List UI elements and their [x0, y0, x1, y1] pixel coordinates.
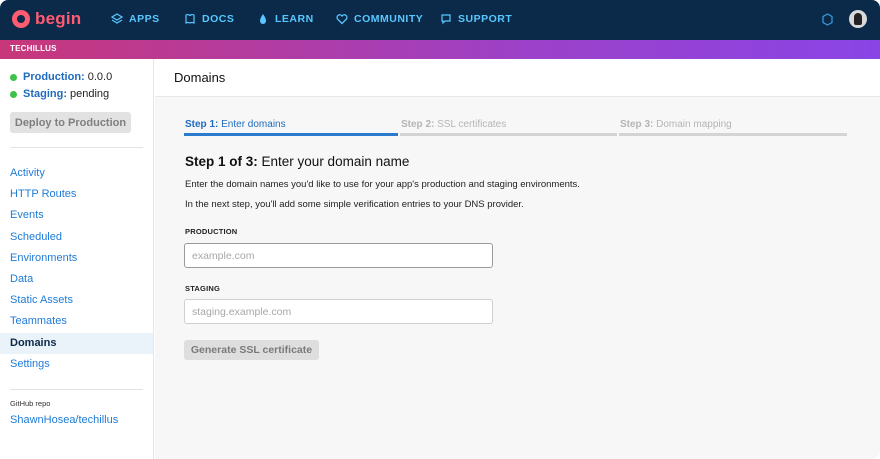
step-2-number: Step 2:: [401, 119, 435, 130]
sidebar: Production: 0.0.0 Staging: pending Deplo…: [0, 59, 154, 459]
step-2-progress-bar: [400, 133, 617, 136]
step-2-label: SSL certificates: [437, 119, 507, 130]
app-window: begin APPS DOCS LEARN COMMUNITY SUPPORT …: [0, 0, 880, 459]
support-icon: [441, 14, 451, 25]
sidebar-item-teammates[interactable]: Teammates: [0, 311, 153, 332]
community-icon: [336, 14, 348, 25]
production-label: Production:: [23, 71, 85, 83]
staging-status-dot: [10, 90, 17, 98]
github-repo-label: GitHub repo: [10, 399, 51, 408]
org-bar: TECHILLUS: [0, 40, 880, 59]
nav-support-label: SUPPORT: [458, 13, 513, 25]
step-heading-text: Enter your domain name: [261, 154, 410, 169]
production-status-dot: [10, 73, 17, 81]
staging-domain-label: STAGING: [185, 284, 221, 293]
page-title: Domains: [174, 70, 226, 85]
nav-apps-label: APPS: [129, 13, 160, 25]
step-3-progress-bar: [619, 133, 847, 136]
production-status: Production: 0.0.0: [10, 71, 112, 83]
staging-version: pending: [70, 88, 110, 100]
sidebar-item-scheduled[interactable]: Scheduled: [0, 227, 153, 248]
sidebar-item-activity[interactable]: Activity: [0, 163, 153, 184]
docs-icon: [185, 13, 195, 24]
step-2: Step 2: SSL certificates: [401, 119, 506, 130]
nav-learn-label: LEARN: [275, 13, 314, 25]
nav-apps[interactable]: APPS: [111, 13, 160, 25]
nav-learn[interactable]: LEARN: [257, 13, 314, 25]
begin-logo[interactable]: begin: [12, 9, 81, 29]
learn-icon: [260, 14, 266, 24]
step-3-number: Step 3:: [620, 119, 654, 130]
step-3-label: Domain mapping: [656, 119, 732, 130]
begin-logo-icon: [12, 10, 30, 28]
production-version: 0.0.0: [87, 71, 113, 83]
step-1: Step 1: Enter domains: [185, 119, 286, 130]
github-repo-link[interactable]: ShawnHosea/techillus: [10, 414, 118, 426]
nav-docs-label: DOCS: [202, 13, 235, 25]
step-1-progress-bar: [184, 133, 398, 136]
sidebar-item-domains[interactable]: Domains: [0, 332, 153, 354]
sidebar-item-events[interactable]: Events: [0, 205, 153, 226]
sidebar-item-http-routes[interactable]: HTTP Routes: [0, 184, 153, 205]
top-nav: begin APPS DOCS LEARN COMMUNITY SUPPORT: [0, 0, 880, 40]
sidebar-item-settings[interactable]: Settings: [0, 354, 153, 375]
step-1-number: Step 1:: [185, 119, 219, 130]
sidebar-item-environments[interactable]: Environments: [0, 248, 153, 269]
nav-community[interactable]: COMMUNITY: [336, 13, 423, 25]
sidebar-divider: [10, 147, 143, 148]
deploy-to-production-button[interactable]: Deploy to Production: [10, 112, 131, 133]
settings-icon[interactable]: [821, 13, 834, 26]
sidebar-item-static-assets[interactable]: Static Assets: [0, 290, 153, 311]
staging-label: Staging:: [23, 88, 67, 100]
description-line-1: Enter the domain names you'd like to use…: [185, 179, 580, 190]
step-heading-number: Step 1 of 3:: [185, 154, 258, 169]
description-line-2: In the next step, you'll add some simple…: [185, 199, 524, 210]
nav-docs[interactable]: DOCS: [184, 13, 234, 25]
staging-domain-input[interactable]: [184, 299, 493, 324]
generate-ssl-certificate-button[interactable]: Generate SSL certificate: [184, 340, 319, 360]
apps-icon: [111, 13, 123, 24]
step-heading: Step 1 of 3: Enter your domain name: [185, 154, 409, 169]
org-name[interactable]: TECHILLUS: [10, 44, 57, 53]
sidebar-divider-bottom: [10, 389, 143, 390]
step-1-label: Enter domains: [221, 119, 286, 130]
nav-support[interactable]: SUPPORT: [440, 13, 512, 25]
main-content: Domains Step 1: Enter domains Step 2: SS…: [155, 59, 880, 459]
step-3: Step 3: Domain mapping: [620, 119, 732, 130]
production-domain-label: PRODUCTION: [185, 227, 238, 236]
nav-community-label: COMMUNITY: [354, 13, 424, 25]
page-header: Domains: [155, 59, 880, 97]
logo-text: begin: [35, 9, 82, 28]
sidebar-nav: Activity HTTP Routes Events Scheduled En…: [0, 163, 153, 375]
production-domain-input[interactable]: [184, 243, 493, 268]
staging-status: Staging: pending: [10, 88, 109, 100]
sidebar-item-data[interactable]: Data: [0, 269, 153, 290]
user-avatar[interactable]: [849, 10, 867, 28]
